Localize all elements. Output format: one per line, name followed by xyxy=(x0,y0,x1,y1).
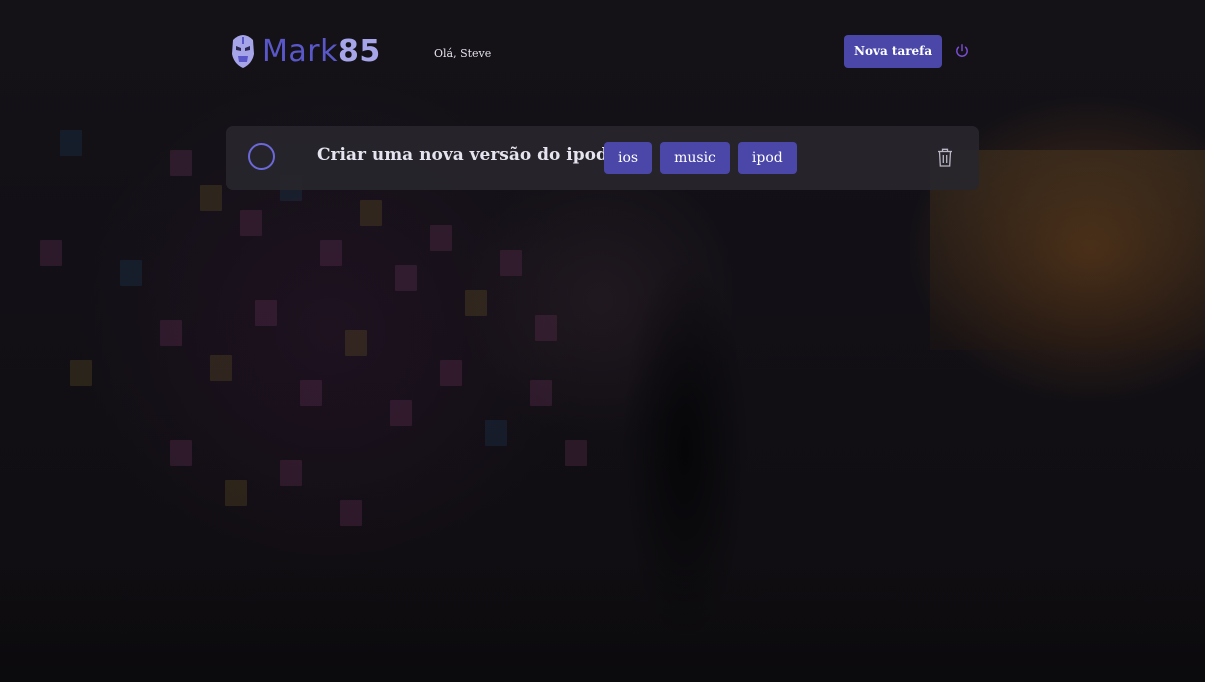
user-greeting: Olá, Steve xyxy=(434,47,492,60)
logo[interactable]: Mark85 xyxy=(230,32,381,70)
task-complete-checkbox[interactable] xyxy=(248,143,275,170)
logo-text-word: Mark xyxy=(262,33,338,69)
power-icon[interactable] xyxy=(954,43,970,59)
task-tags: ios music ipod xyxy=(604,142,797,174)
new-task-button[interactable]: Nova tarefa xyxy=(844,35,943,68)
task-title: Criar uma nova versão do ipod xyxy=(317,145,608,165)
top-bar: Mark85 Olá, Steve Nova tarefa xyxy=(230,30,975,74)
tag-ipod: ipod xyxy=(737,142,797,174)
task-item: Criar uma nova versão do ipod ios music … xyxy=(226,126,979,190)
background-image xyxy=(0,0,1205,682)
ironman-helmet-icon xyxy=(230,32,256,70)
tag-ios: ios xyxy=(604,142,653,174)
trash-icon[interactable] xyxy=(935,147,955,168)
logo-text-number: 85 xyxy=(337,33,381,69)
logo-text: Mark85 xyxy=(262,34,381,69)
tag-music: music xyxy=(660,142,730,174)
